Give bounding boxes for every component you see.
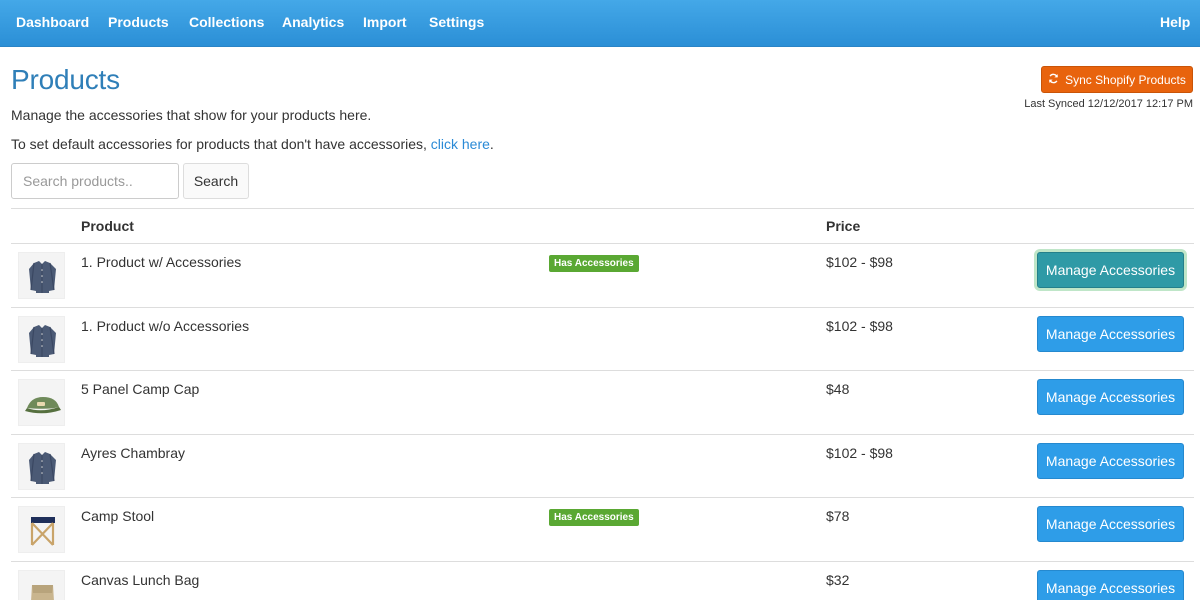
- product-name[interactable]: 1. Product w/ Accessories: [81, 254, 241, 270]
- sync-button-label: Sync Shopify Products: [1065, 72, 1186, 87]
- manage-accessories-button[interactable]: Manage Accessories: [1037, 252, 1184, 288]
- table-row: Canvas Lunch Bag $32 Manage Accessories: [11, 560, 1194, 600]
- product-price: $78: [826, 508, 850, 524]
- product-thumbnail[interactable]: [18, 506, 65, 553]
- has-accessories-badge: Has Accessories: [549, 509, 639, 526]
- table-row: Ayres Chambray $102 - $98 Manage Accessori…: [11, 433, 1194, 498]
- product-name[interactable]: 5 Panel Camp Cap: [81, 381, 199, 397]
- nav-import[interactable]: Import: [363, 0, 407, 46]
- table-row: 1. Product w/ Accessories Has Accessories…: [11, 243, 1194, 307]
- product-thumbnail[interactable]: [18, 442, 65, 490]
- sync-shopify-button[interactable]: Sync Shopify Products: [1041, 66, 1193, 93]
- product-price: $102 - $98: [826, 254, 893, 270]
- product-thumbnail[interactable]: [18, 315, 65, 363]
- default-accessories-text: To set default accessories for products …: [11, 136, 431, 152]
- column-header-product: Product: [81, 218, 134, 234]
- nav-dashboard[interactable]: Dashboard: [16, 0, 89, 46]
- default-accessories-suffix: .: [489, 136, 494, 152]
- manage-accessories-button[interactable]: Manage Accessories: [1037, 315, 1184, 352]
- product-price: $102 - $98: [826, 444, 893, 461]
- table-row: 5 Panel Camp Cap $48 Manage Accessories: [11, 370, 1194, 434]
- product-name[interactable]: Canvas Lunch Bag: [81, 572, 199, 588]
- product-name[interactable]: Camp Stool: [81, 508, 154, 524]
- table-top-divider: [11, 208, 1194, 209]
- nav-products[interactable]: Products: [108, 0, 169, 46]
- manage-accessories-button[interactable]: Manage Accessories: [1037, 506, 1184, 542]
- default-accessories-note: To set default accessories for products …: [11, 136, 494, 152]
- nav-help[interactable]: Help: [1160, 0, 1190, 46]
- manage-accessories-button[interactable]: Manage Accessories: [1037, 379, 1184, 415]
- product-thumbnail[interactable]: [18, 379, 65, 426]
- page-description: Manage the accessories that show for you…: [11, 107, 372, 123]
- top-navbar: Dashboard Products Collections Analytics…: [0, 0, 1200, 47]
- column-header-price: Price: [826, 218, 861, 234]
- product-thumbnail[interactable]: [18, 569, 65, 600]
- manage-accessories-button[interactable]: Manage Accessories: [1037, 442, 1184, 479]
- page-title: Products: [11, 64, 120, 95]
- product-name[interactable]: Ayres Chambray: [81, 445, 185, 461]
- default-accessories-link[interactable]: click here: [431, 136, 490, 152]
- nav-settings[interactable]: Settings: [429, 0, 484, 46]
- product-name[interactable]: 1. Product w/o Accessories: [81, 318, 249, 334]
- search-button[interactable]: Search: [183, 163, 249, 199]
- product-price: $102 - $98: [826, 317, 893, 334]
- last-synced-text: Last Synced 12/12/2017 12:17 PM: [1024, 98, 1193, 110]
- table-row: 1. Product w/o Accessories $102 - $98 Mana…: [11, 306, 1194, 371]
- search-input[interactable]: [11, 163, 179, 199]
- product-thumbnail[interactable]: [18, 252, 65, 299]
- product-price: $48: [826, 381, 850, 397]
- manage-accessories-button[interactable]: Manage Accessories: [1037, 569, 1184, 600]
- nav-collections[interactable]: Collections: [189, 0, 264, 46]
- product-price: $32: [826, 571, 850, 588]
- table-row: Camp Stool Has Accessories $78 Manage Acces…: [11, 497, 1194, 561]
- refresh-icon: [1048, 73, 1059, 87]
- nav-analytics[interactable]: Analytics: [282, 0, 344, 46]
- has-accessories-badge: Has Accessories: [549, 255, 639, 272]
